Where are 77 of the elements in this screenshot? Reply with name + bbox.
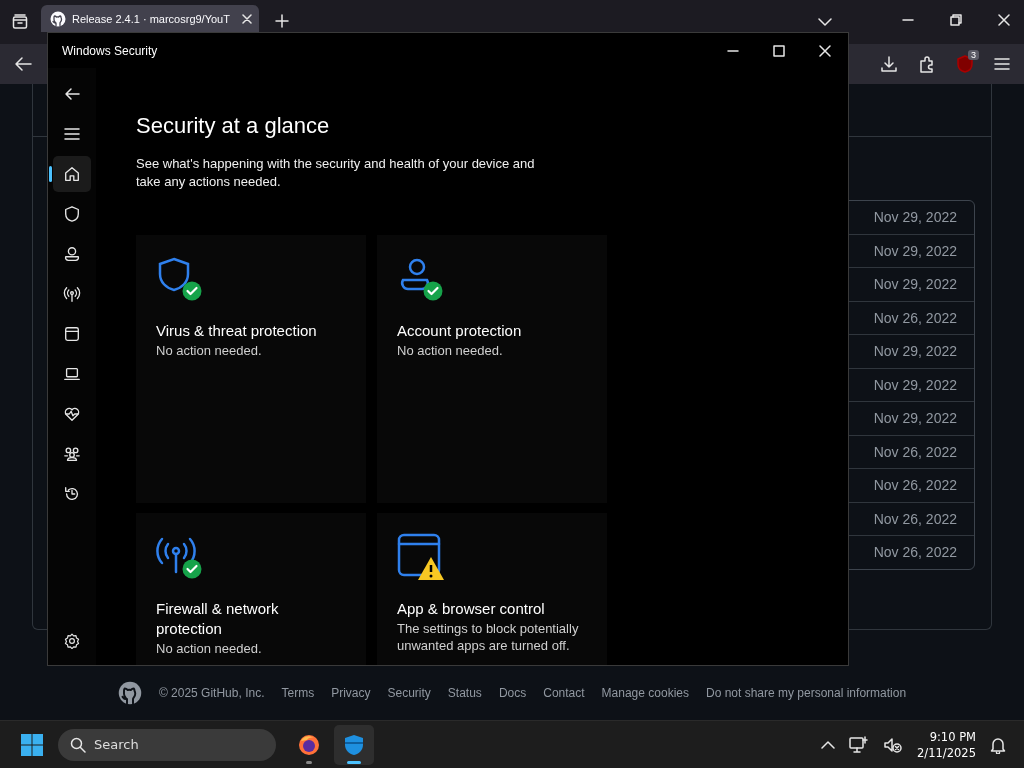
- maximize-icon[interactable]: [773, 44, 785, 57]
- shield-icon: [342, 732, 366, 757]
- card-status: No action needed.: [156, 640, 263, 657]
- card-title: Firewall & network protection: [156, 599, 280, 639]
- firefox-icon: [297, 732, 321, 757]
- restore-icon[interactable]: [950, 14, 962, 26]
- page-description: See what's happening with the security and health of your device and take any actions needed.: [136, 155, 536, 191]
- speaker-muted-icon[interactable]: [883, 735, 904, 754]
- network-icon[interactable]: [849, 735, 870, 754]
- window-title: Windows Security: [62, 43, 159, 58]
- release-date: Nov 26, 2022: [873, 309, 957, 326]
- tabs-list-icon[interactable]: [12, 14, 28, 30]
- taskbar-app-button[interactable]: [334, 724, 374, 765]
- release-date: Nov 26, 2022: [873, 443, 957, 460]
- footer-link[interactable]: Manage cookies: [601, 686, 689, 700]
- card-title: Account protection: [397, 321, 523, 341]
- footer-link[interactable]: Status: [447, 686, 482, 700]
- card-status: The settings to block potentially unwanted apps are turned off.: [397, 620, 580, 654]
- release-date: Nov 29, 2022: [873, 209, 957, 226]
- close-icon[interactable]: [242, 13, 252, 24]
- footer-link[interactable]: Do not share my personal information: [705, 686, 907, 700]
- person-icon: [63, 245, 81, 263]
- release-date: Nov 29, 2022: [873, 376, 957, 393]
- people-icon: [63, 445, 81, 463]
- clock-date[interactable]: 2/11/2025: [917, 744, 976, 761]
- heart-pulse-icon: [63, 405, 81, 423]
- download-icon[interactable]: [880, 55, 898, 73]
- card-status: No action needed.: [156, 342, 263, 359]
- footer-link[interactable]: Contact: [543, 686, 585, 700]
- tab-title: Release 2.4.1 · marcosrg9/YouT: [72, 12, 231, 25]
- status-card[interactable]: Account protection No action needed.: [377, 235, 607, 503]
- footer-link[interactable]: Privacy: [331, 686, 371, 700]
- home-icon: [63, 165, 81, 183]
- search-field[interactable]: Search: [58, 728, 276, 761]
- page-heading: Security at a glance: [136, 113, 331, 139]
- menu-icon[interactable]: [994, 57, 1010, 71]
- card-title: Virus & threat protection: [156, 321, 318, 341]
- history-icon: [63, 485, 81, 503]
- release-date: Nov 29, 2022: [873, 343, 957, 360]
- search-icon: [70, 736, 86, 753]
- status-card[interactable]: App & browser control The settings to block potentially unwanted apps are turned off.: [377, 513, 607, 665]
- footer-link[interactable]: Docs: [498, 686, 527, 700]
- footer-link[interactable]: Terms: [281, 686, 315, 700]
- status-card[interactable]: Virus & threat protection No action needed.: [136, 235, 366, 503]
- card-status: No action needed.: [397, 342, 504, 359]
- antenna-icon: [63, 285, 81, 303]
- release-date: Nov 29, 2022: [873, 276, 957, 293]
- browser-tab[interactable]: Release 2.4.1 · marcosrg9/YouT: [41, 5, 259, 32]
- release-date: Nov 29, 2022: [873, 242, 957, 259]
- windows-start-icon[interactable]: [20, 732, 44, 757]
- browser-window-icon: [63, 325, 81, 343]
- card-title: App & browser control: [397, 599, 546, 619]
- shield-icon: [63, 205, 81, 223]
- browser-window-icon: [397, 533, 441, 577]
- menu-icon[interactable]: [64, 127, 80, 141]
- copyright-text: © 2025 GitHub, Inc.: [158, 686, 265, 700]
- release-date: Nov 26, 2022: [873, 510, 957, 527]
- github-icon: [50, 10, 66, 27]
- back-arrow-icon[interactable]: [64, 87, 80, 101]
- plus-icon[interactable]: [275, 14, 289, 28]
- extension-badge: 3: [968, 50, 979, 60]
- chevron-up-icon[interactable]: [821, 739, 836, 750]
- release-date: Nov 26, 2022: [873, 544, 957, 561]
- close-icon[interactable]: [819, 44, 831, 57]
- footer-link[interactable]: Security: [387, 686, 431, 700]
- settings-icon[interactable]: [64, 633, 80, 649]
- release-date: Nov 29, 2022: [873, 410, 957, 427]
- github-icon: [117, 681, 142, 705]
- release-date: Nov 26, 2022: [873, 477, 957, 494]
- back-arrow-icon[interactable]: [14, 56, 32, 72]
- laptop-icon: [63, 365, 81, 383]
- status-card[interactable]: Firewall & network protection No action needed.: [136, 513, 366, 665]
- bell-icon[interactable]: [990, 735, 1006, 754]
- clock-time[interactable]: 9:10 PM: [929, 728, 976, 745]
- puzzle-icon[interactable]: [918, 55, 936, 73]
- close-icon[interactable]: [998, 14, 1010, 26]
- chevron-down-icon[interactable]: [818, 17, 832, 27]
